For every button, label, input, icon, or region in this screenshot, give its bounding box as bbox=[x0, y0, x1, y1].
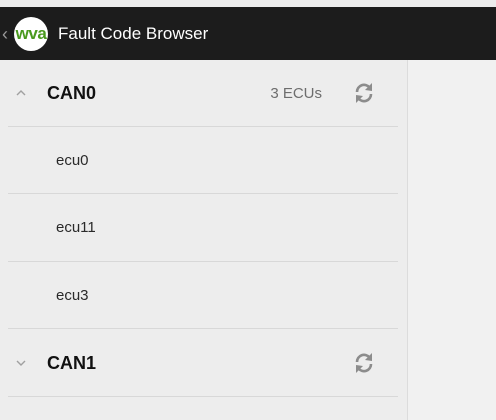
bus-group-can1[interactable]: CAN1 bbox=[0, 330, 407, 396]
ecu-item-ecu0[interactable]: ecu0 bbox=[8, 127, 398, 193]
refresh-icon[interactable] bbox=[352, 351, 376, 375]
ecu-label: ecu0 bbox=[56, 151, 89, 169]
action-bar: ‹ wva Fault Code Browser bbox=[0, 7, 496, 60]
chevron-up-icon bbox=[16, 90, 26, 96]
bus-label: CAN1 bbox=[47, 352, 97, 373]
divider bbox=[8, 396, 398, 397]
app-title: Fault Code Browser bbox=[58, 23, 209, 43]
bus-group-can0[interactable]: CAN0 3 ECUs bbox=[0, 60, 407, 126]
refresh-icon[interactable] bbox=[352, 81, 376, 105]
app-logo-text: wva bbox=[15, 24, 47, 43]
ecu-count: 3 ECUs bbox=[270, 84, 322, 102]
ecu-label: ecu11 bbox=[56, 218, 96, 236]
ecu-item-ecu3[interactable]: ecu3 bbox=[8, 262, 398, 328]
back-chevron-icon[interactable]: ‹ bbox=[2, 25, 12, 43]
bus-label: CAN0 bbox=[47, 82, 97, 103]
ecu-item-ecu11[interactable]: ecu11 bbox=[8, 194, 398, 260]
detail-pane bbox=[408, 60, 496, 420]
chevron-down-icon bbox=[16, 360, 26, 366]
app-logo[interactable]: wva bbox=[14, 16, 48, 51]
divider bbox=[8, 328, 398, 329]
ecu-label: ecu3 bbox=[56, 286, 89, 304]
bus-list: CAN0 3 ECUs ecu0 ecu11 ecu3 CAN1 bbox=[0, 60, 408, 420]
